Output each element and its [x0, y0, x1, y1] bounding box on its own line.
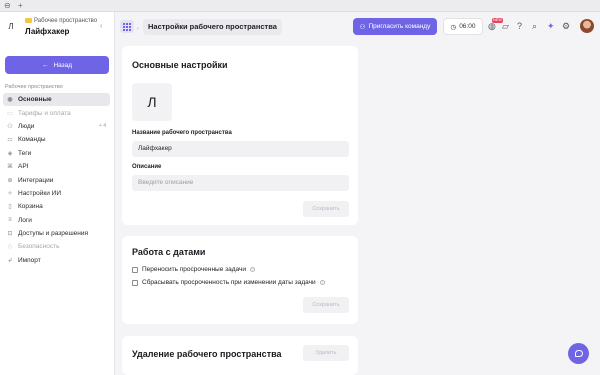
sparkle-icon: ✧ — [7, 190, 13, 197]
sidebar-item[interactable]: ⊡ Доступы и разрешения — [3, 227, 110, 240]
add-user-icon: ⚇ — [359, 23, 366, 31]
invite-team-button[interactable]: ⚇ Пригласить команду — [353, 18, 437, 35]
sidebar-item[interactable]: ◉ Основные — [3, 93, 110, 107]
sidebar-item-label: Команды — [18, 136, 46, 144]
sidebar-item-label: Безопасность — [18, 243, 60, 251]
ai-sparkle-icon[interactable]: ✦ — [547, 22, 555, 31]
people-icon: ⚇ — [7, 123, 13, 130]
card-icon: ▭ — [7, 110, 13, 117]
plug-icon: ⊕ — [7, 177, 13, 184]
chat-support-button[interactable] — [568, 343, 589, 364]
timer-value: 06:00 — [459, 23, 476, 30]
collapse-sidebar-icon[interactable]: ‹ — [100, 23, 102, 30]
sidebar-item[interactable]: ≡ Логи — [3, 214, 110, 227]
sidebar-item[interactable]: ▯ Корзина — [3, 200, 110, 213]
workspace-name-label: Название рабочего пространства — [132, 130, 232, 136]
help-icon[interactable]: ? — [319, 280, 325, 285]
settings-icon[interactable]: ⚙ — [562, 22, 570, 31]
search-icon[interactable]: ⌕ — [532, 22, 537, 31]
window-menu-icon[interactable]: ⊖ — [4, 1, 11, 11]
carry-overdue-label: Переносить просроченные задачи — [142, 266, 247, 273]
back-button[interactable]: ← Назад — [5, 56, 109, 74]
workspace-type-label: Рабочее пространство — [25, 18, 97, 24]
save-button[interactable]: Сохранить — [303, 201, 349, 217]
chat-icon — [574, 350, 583, 357]
shield-icon: ◇ — [7, 244, 13, 251]
workspace-switcher[interactable]: Л Рабочее пространство Лайфхакер ‹ — [0, 12, 115, 42]
arrow-left-icon: ← — [41, 61, 49, 69]
workspace-type-text: Рабочее пространство — [34, 18, 98, 25]
circle-icon: ◉ — [7, 97, 13, 104]
sidebar-item[interactable]: ▭ Тарифы и оплата — [3, 106, 110, 119]
new-tab-icon[interactable]: + — [18, 1, 23, 11]
sidebar-item-label: Основные — [18, 96, 52, 104]
sidebar-item-label: API — [18, 163, 29, 171]
invite-team-label: Пригласить команду — [368, 23, 431, 30]
delete-button[interactable]: Удалить — [303, 345, 349, 361]
sidebar-item-label: Корзина — [18, 203, 43, 211]
description-field[interactable]: Введите описание — [132, 175, 349, 191]
sidebar-nav: ◉ Основные ▭ Тарифы и оплата ⚇ Люди + 4 ⚏ Команд… — [3, 93, 110, 267]
notifications-icon[interactable]: ◍ — [488, 22, 496, 31]
sidebar-item[interactable]: ⚇ Люди + 4 — [3, 120, 110, 133]
main-content: Основные настройки Л Название рабочего п… — [115, 42, 600, 375]
sidebar-item[interactable]: ◈ Теги — [3, 147, 110, 160]
timer-icon: ◷ — [450, 23, 457, 31]
sidebar-item-label: Интеграции — [18, 176, 54, 184]
window-strip: ⊖ + — [0, 0, 600, 12]
carry-overdue-checkbox[interactable] — [132, 266, 138, 273]
import-icon: ↲ — [7, 257, 13, 264]
general-settings-card: Основные настройки Л Название рабочего п… — [122, 46, 358, 225]
dates-title: Работа с датами — [132, 247, 206, 257]
sidebar-item[interactable]: ✧ Настройки ИИ — [3, 187, 110, 200]
carry-overdue-option[interactable]: Переносить просроченные задачи ? — [132, 266, 256, 273]
workspace-avatar: Л — [8, 22, 14, 31]
reset-overdue-option[interactable]: Сбрасывать просроченность при изменении … — [132, 279, 325, 286]
page-tab[interactable]: Настройки рабочего пространства — [143, 19, 282, 35]
code-icon: ⌘ — [7, 164, 13, 171]
folder-icon[interactable]: ▱ — [502, 22, 509, 31]
apps-grid-icon[interactable] — [120, 20, 134, 33]
sidebar-item-label: Доступы и разрешения — [18, 230, 89, 238]
avatar[interactable] — [580, 19, 594, 33]
tag-icon: ◈ — [7, 150, 13, 157]
sidebar-item-label: Импорт — [18, 256, 41, 264]
lock-icon: ⊡ — [7, 231, 13, 238]
workspace-name-field[interactable]: Лайфхакер — [132, 141, 349, 157]
sidebar-item[interactable]: ↲ Импорт — [3, 254, 110, 267]
save-button[interactable]: Сохранить — [303, 297, 349, 313]
sidebar-item-label: Настройки ИИ — [18, 189, 62, 197]
reset-overdue-checkbox[interactable] — [132, 279, 138, 286]
sidebar: Л Рабочее пространство Лайфхакер ‹ ← Наз… — [0, 12, 115, 375]
top-header: › Настройки рабочего пространства ⚇ Приг… — [115, 12, 600, 42]
timer-button[interactable]: ◷ 06:00 — [443, 18, 483, 35]
sidebar-item[interactable]: ⊕ Интеграции — [3, 173, 110, 186]
dates-card: Работа с датами Переносить просроченные … — [122, 236, 358, 324]
workspace-name: Лайфхакер — [25, 27, 70, 36]
sidebar-item[interactable]: ⚏ Команды — [3, 133, 110, 146]
sidebar-item-label: Теги — [18, 149, 32, 157]
team-icon: ⚏ — [7, 137, 13, 144]
trash-icon: ▯ — [8, 204, 12, 211]
workspace-logo[interactable]: Л — [132, 83, 172, 121]
delete-workspace-card: Удаление рабочего пространства Удалить — [122, 336, 358, 375]
reset-overdue-label: Сбрасывать просроченность при изменении … — [142, 279, 316, 286]
sidebar-item-label: Люди — [18, 122, 35, 130]
log-icon: ≡ — [8, 217, 12, 224]
tab-separator-icon: › — [137, 26, 139, 32]
sidebar-item-label: Тарифы и оплата — [18, 109, 71, 117]
sidebar-item[interactable]: ⌘ API — [3, 160, 110, 173]
sidebar-item-extra[interactable]: + 4 — [99, 123, 106, 129]
back-button-label: Назад — [53, 61, 73, 69]
sidebar-item[interactable]: ◇ Безопасность — [3, 240, 110, 253]
help-icon[interactable]: ? — [250, 267, 256, 272]
sidebar-item-label: Логи — [18, 216, 32, 224]
folder-icon — [25, 18, 32, 23]
help-icon[interactable]: ? — [517, 22, 522, 31]
delete-workspace-title: Удаление рабочего пространства — [132, 349, 282, 359]
general-settings-title: Основные настройки — [132, 60, 228, 70]
sidebar-section-label: Рабочее пространство — [5, 84, 63, 90]
description-label: Описание — [132, 164, 162, 170]
